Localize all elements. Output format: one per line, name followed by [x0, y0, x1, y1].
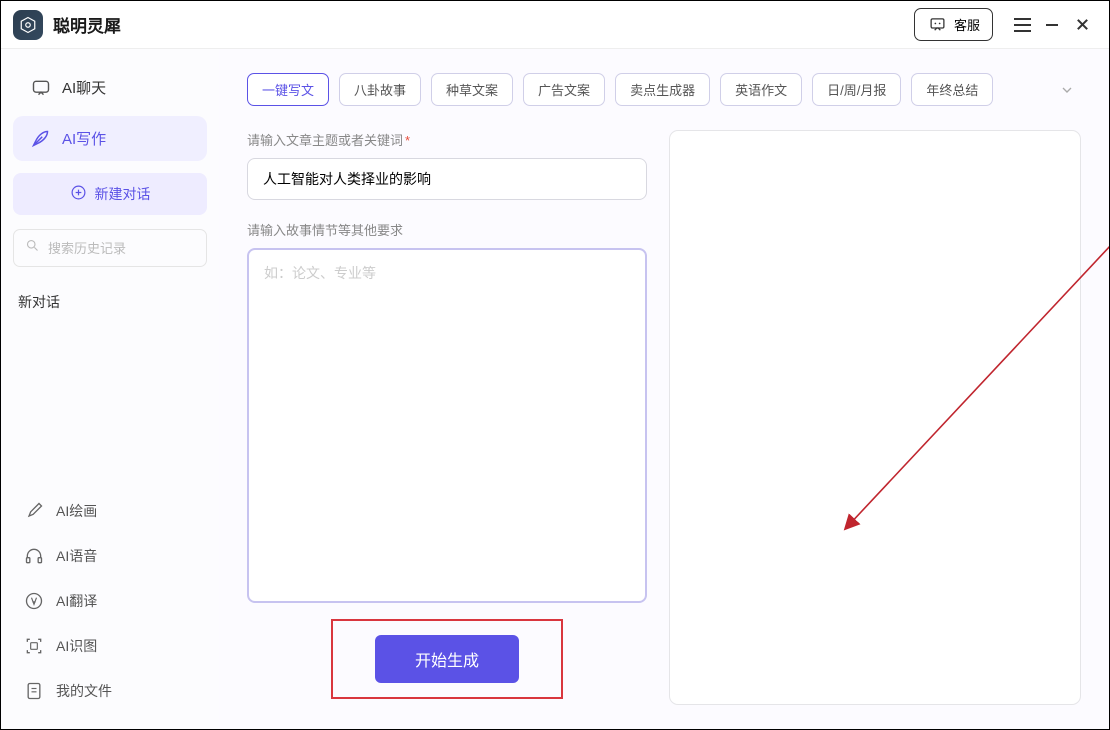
sidebar-item-image[interactable]: AI识图: [13, 623, 207, 668]
topic-label: 请输入文章主题或者关键词: [247, 133, 403, 148]
sidebar-item-label: AI写作: [62, 128, 106, 149]
menu-button[interactable]: [1007, 10, 1037, 40]
sidebar-item-label: AI翻译: [56, 591, 97, 611]
chip-english[interactable]: 英语作文: [720, 73, 802, 106]
chat-icon: [30, 77, 51, 98]
chip-seeding[interactable]: 种草文案: [431, 73, 513, 106]
chat-bubble-icon: [927, 14, 948, 35]
hamburger-icon: [1014, 18, 1031, 32]
extra-textarea[interactable]: [247, 248, 647, 603]
extra-label: 请输入故事情节等其他要求: [247, 220, 647, 239]
support-button[interactable]: 客服: [914, 8, 993, 41]
sidebar-item-chat[interactable]: AI聊天: [13, 65, 207, 110]
chevron-down-icon: [1059, 82, 1075, 98]
translate-icon: [23, 590, 44, 611]
sidebar-item-label: AI语音: [56, 546, 97, 566]
file-icon: [23, 680, 44, 701]
brush-icon: [23, 500, 44, 521]
sidebar-item-label: AI聊天: [62, 77, 106, 98]
support-label: 客服: [954, 15, 980, 34]
search-input[interactable]: [48, 241, 224, 256]
minimize-button[interactable]: [1037, 10, 1067, 40]
chip-gossip[interactable]: 八卦故事: [339, 73, 421, 106]
chip-ad[interactable]: 广告文案: [523, 73, 605, 106]
image-scan-icon: [23, 635, 44, 656]
generate-button[interactable]: 开始生成: [375, 635, 519, 683]
topic-input[interactable]: [247, 158, 647, 200]
sidebar-item-label: AI绘画: [56, 501, 97, 521]
sidebar-item-label: 我的文件: [56, 681, 112, 701]
minimize-icon: [1044, 17, 1060, 33]
sidebar-item-files[interactable]: 我的文件: [13, 668, 207, 713]
sidebar-item-voice[interactable]: AI语音: [13, 533, 207, 578]
chip-quick-write[interactable]: 一键写文: [247, 73, 329, 106]
feather-icon: [30, 128, 51, 149]
search-icon: [25, 238, 40, 258]
headphones-icon: [23, 545, 44, 566]
app-title: 聪明灵犀: [53, 12, 121, 37]
annotation-highlight: 开始生成: [331, 619, 563, 699]
output-panel: [669, 130, 1081, 705]
new-chat-label: 新建对话: [95, 184, 151, 204]
sidebar-item-draw[interactable]: AI绘画: [13, 488, 207, 533]
close-button[interactable]: [1067, 10, 1097, 40]
chip-year-summary[interactable]: 年终总结: [911, 73, 993, 106]
sidebar-item-label: AI识图: [56, 636, 97, 656]
new-chat-button[interactable]: 新建对话: [13, 173, 207, 215]
search-box[interactable]: [13, 229, 207, 267]
chip-report[interactable]: 日/周/月报: [812, 73, 901, 106]
sidebar-item-translate[interactable]: AI翻译: [13, 578, 207, 623]
required-star: *: [405, 133, 410, 148]
chip-selling[interactable]: 卖点生成器: [615, 73, 710, 106]
close-icon: [1075, 17, 1090, 32]
chip-expand-button[interactable]: [1053, 76, 1081, 104]
history-item[interactable]: 新对话: [13, 283, 207, 321]
app-logo: [13, 10, 43, 40]
sidebar-item-write[interactable]: AI写作: [13, 116, 207, 161]
plus-circle-icon: [70, 184, 87, 204]
